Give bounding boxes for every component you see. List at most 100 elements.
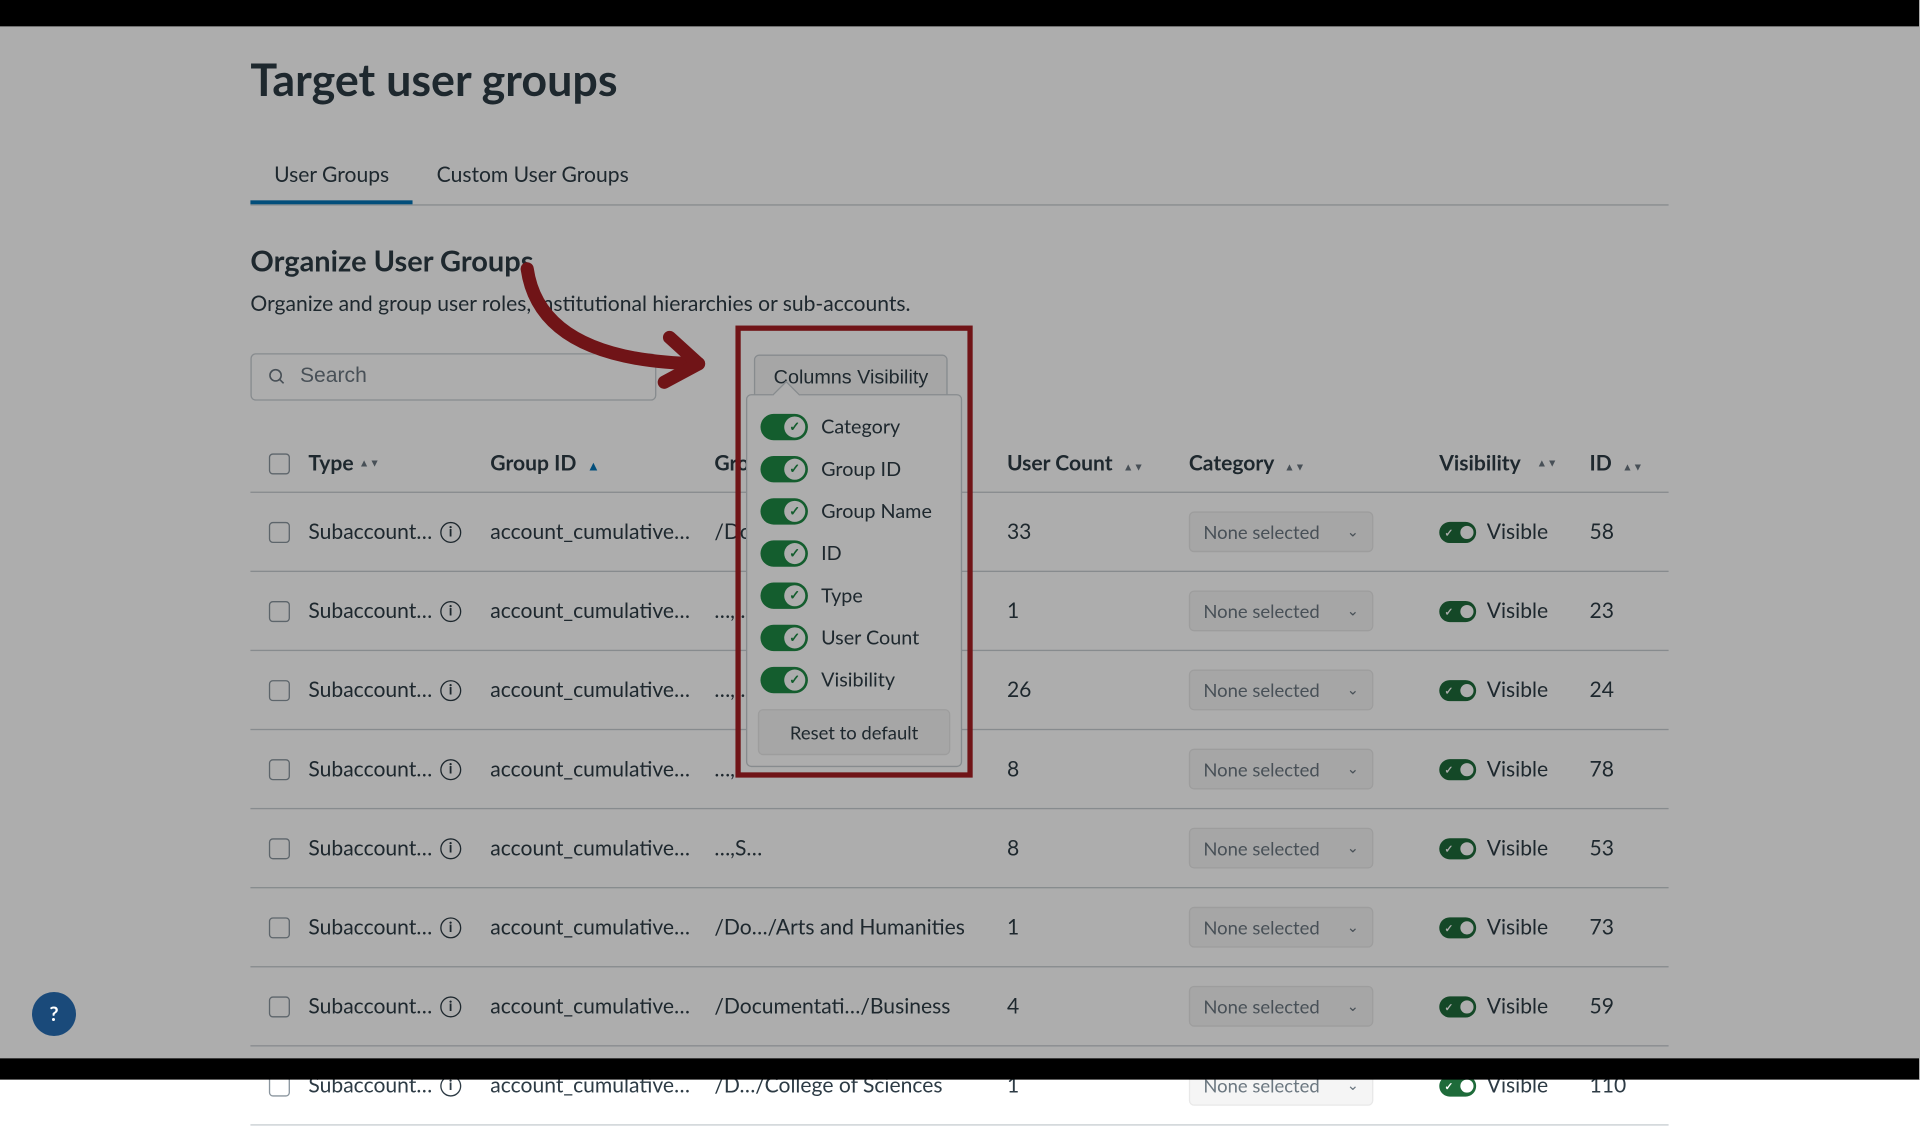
- row-checkbox[interactable]: [269, 759, 290, 780]
- sort-asc-icon: ▲: [587, 459, 600, 475]
- cell-type: Subaccount…i: [308, 677, 490, 702]
- cell-type: Subaccount…i: [308, 598, 490, 623]
- column-header-id[interactable]: ID ▲▼: [1590, 451, 1656, 476]
- category-select[interactable]: None selected⌄: [1189, 749, 1374, 790]
- visibility-label: Visible: [1487, 757, 1548, 782]
- toggle-switch[interactable]: [760, 540, 807, 566]
- visibility-toggle[interactable]: [1439, 917, 1476, 938]
- row-checkbox[interactable]: [269, 838, 290, 859]
- column-label: ID: [1590, 451, 1612, 476]
- info-icon[interactable]: i: [440, 917, 461, 938]
- column-label: Visibility: [1439, 451, 1521, 476]
- visibility-toggle[interactable]: [1439, 996, 1476, 1017]
- cell-id: 58: [1590, 519, 1656, 544]
- chevron-down-icon: ⌄: [1347, 523, 1359, 540]
- option-label: Category: [821, 415, 900, 439]
- chevron-down-icon: ⌄: [1347, 919, 1359, 936]
- row-checkbox[interactable]: [269, 996, 290, 1017]
- column-visibility-option[interactable]: ID: [758, 532, 950, 574]
- window-titlebar: [0, 0, 1919, 26]
- category-select[interactable]: None selected⌄: [1189, 511, 1374, 552]
- column-visibility-option[interactable]: Group Name: [758, 490, 950, 532]
- column-header-category[interactable]: Category ▲▼: [1189, 451, 1439, 476]
- sort-icon: ▲▼: [1622, 464, 1643, 471]
- toggle-switch[interactable]: [760, 667, 807, 693]
- option-label: User Count: [821, 626, 919, 650]
- info-icon[interactable]: i: [440, 759, 461, 780]
- search-icon: [268, 366, 287, 387]
- info-icon[interactable]: i: [440, 838, 461, 859]
- column-header-user-count[interactable]: User Count ▲▼: [1007, 451, 1189, 476]
- row-checkbox[interactable]: [269, 679, 290, 700]
- category-select[interactable]: None selected⌄: [1189, 986, 1374, 1027]
- column-label: Group ID: [490, 451, 576, 476]
- column-header-group-id[interactable]: Group ID ▲: [490, 451, 714, 476]
- column-label: User Count: [1007, 451, 1113, 476]
- cell-group-name: …,S…: [714, 836, 1007, 861]
- toggle-switch[interactable]: [760, 583, 807, 609]
- cell-id: 78: [1590, 757, 1656, 782]
- visibility-toggle[interactable]: [1439, 521, 1476, 542]
- column-visibility-option[interactable]: Type: [758, 575, 950, 617]
- chevron-down-icon: ⌄: [1347, 760, 1359, 777]
- column-header-visibility[interactable]: Visibility ▲▼: [1439, 451, 1589, 476]
- column-visibility-option[interactable]: Visibility: [758, 659, 950, 701]
- column-header-type[interactable]: Type ▲▼: [308, 451, 490, 476]
- toggle-switch[interactable]: [760, 456, 807, 482]
- info-icon[interactable]: i: [440, 679, 461, 700]
- cell-type: Subaccount…i: [308, 994, 490, 1019]
- info-icon[interactable]: i: [440, 521, 461, 542]
- cell-group-id: account_cumulative…: [490, 915, 714, 940]
- cell-type: Subaccount…i: [308, 836, 490, 861]
- visibility-toggle[interactable]: [1439, 679, 1476, 700]
- cell-group-id: account_cumulative…: [490, 677, 714, 702]
- visibility-label: Visible: [1487, 519, 1548, 544]
- info-icon[interactable]: i: [440, 996, 461, 1017]
- cell-user-count: 33: [1007, 519, 1189, 544]
- table-row: Subaccount…iaccount_cumulative…/Document…: [250, 967, 1668, 1046]
- chevron-down-icon: ⌄: [1347, 998, 1359, 1015]
- annotation-arrow: [514, 256, 751, 427]
- category-select[interactable]: None selected⌄: [1189, 670, 1374, 711]
- tab-user-groups[interactable]: User Groups: [250, 149, 413, 204]
- visibility-toggle[interactable]: [1439, 838, 1476, 859]
- category-select[interactable]: None selected⌄: [1189, 907, 1374, 948]
- select-all-checkbox[interactable]: [269, 453, 290, 474]
- visibility-toggle[interactable]: [1439, 759, 1476, 780]
- tab-custom-user-groups[interactable]: Custom User Groups: [413, 149, 653, 204]
- cell-type: Subaccount…i: [308, 915, 490, 940]
- visibility-toggle[interactable]: [1439, 600, 1476, 621]
- columns-visibility-popover: Category Group IDGroup NameID Type User Cou…: [746, 394, 962, 767]
- row-checkbox[interactable]: [269, 521, 290, 542]
- column-visibility-option[interactable]: User Count: [758, 617, 950, 659]
- toggle-switch[interactable]: [760, 414, 807, 440]
- toggle-switch[interactable]: [760, 498, 807, 524]
- row-checkbox[interactable]: [269, 917, 290, 938]
- visibility-label: Visible: [1487, 994, 1548, 1019]
- visibility-label: Visible: [1487, 836, 1548, 861]
- column-visibility-option[interactable]: Category: [758, 406, 950, 448]
- cell-group-name: /Documentati…/Business: [714, 994, 1007, 1019]
- page-title: Target user groups: [250, 53, 1668, 107]
- sort-icon: ▲▼: [359, 460, 380, 467]
- cell-group-name: /Do…/Arts and Humanities: [714, 915, 1007, 940]
- columns-visibility-highlight: Category Group IDGroup NameID Type User Cou…: [735, 326, 972, 778]
- info-icon[interactable]: i: [440, 600, 461, 621]
- cell-user-count: 1: [1007, 598, 1189, 623]
- cell-user-count: 8: [1007, 757, 1189, 782]
- visibility-label: Visible: [1487, 915, 1548, 940]
- category-select[interactable]: None selected⌄: [1189, 828, 1374, 869]
- cell-id: 59: [1590, 994, 1656, 1019]
- reset-to-default-button[interactable]: Reset to default: [758, 709, 950, 755]
- help-button[interactable]: ?: [32, 992, 76, 1036]
- row-checkbox[interactable]: [269, 600, 290, 621]
- toggle-switch[interactable]: [760, 625, 807, 651]
- column-visibility-option[interactable]: Group ID: [758, 448, 950, 490]
- cell-id: 24: [1590, 677, 1656, 702]
- category-select[interactable]: None selected⌄: [1189, 590, 1374, 631]
- chevron-down-icon: ⌄: [1347, 840, 1359, 857]
- option-label: Type: [821, 584, 863, 608]
- chevron-down-icon: ⌄: [1347, 681, 1359, 698]
- cell-type: Subaccount…i: [308, 519, 490, 544]
- cell-group-id: account_cumulative…: [490, 519, 714, 544]
